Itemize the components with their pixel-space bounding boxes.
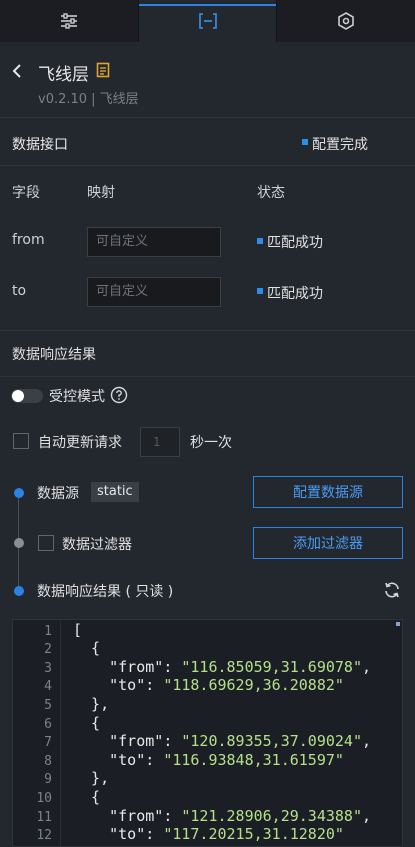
bracket-icon [198, 13, 217, 29]
code-line: }, [73, 695, 109, 713]
line-number: 10 [36, 791, 52, 806]
auto-update-checkbox[interactable] [13, 433, 29, 449]
field-name-from: from [12, 232, 45, 248]
code-line: "from": "121.28906,29.34388", [73, 807, 372, 825]
divider [0, 330, 415, 331]
config-status: 配置完成 [312, 137, 368, 153]
status-dot [302, 139, 308, 145]
code-line: { [73, 788, 100, 806]
code-line: [ [73, 621, 82, 639]
code-string: "120.89355,37.09024" [181, 732, 362, 750]
component-header: 飞线层 v0.2.10 | 飞线层 [0, 42, 415, 118]
line-number: 7 [44, 735, 52, 750]
data-interface-header: 数据接口 配置完成 [0, 118, 415, 166]
interval-unit-label: 秒一次 [190, 435, 232, 451]
response-section-title: 数据响应结果 [12, 347, 96, 363]
code-key: "to" [73, 751, 146, 769]
back-chevron-icon[interactable] [9, 62, 25, 80]
column-header-field: 字段 [12, 185, 40, 201]
code-line: }, [73, 769, 109, 787]
code-punct: { [73, 714, 101, 732]
line-number: 11 [36, 810, 52, 825]
flow-dot-filter [14, 538, 24, 548]
json-code-viewer[interactable]: 1 2 3 4 5 6 7 8 9 10 11 12 [ { "from": "… [12, 619, 403, 847]
code-key: "from" [73, 807, 164, 825]
document-icon[interactable] [96, 62, 110, 78]
flow-dot-result [14, 586, 24, 596]
section-title: 数据接口 [12, 137, 68, 153]
line-number: 2 [44, 642, 52, 657]
code-line: "to": "116.93848,31.61597" [73, 751, 344, 769]
data-source-badge: static [91, 482, 139, 502]
config-data-source-button[interactable]: 配置数据源 [253, 476, 403, 508]
code-key: "to" [73, 825, 146, 843]
component-version: v0.2.10 | 飞线层 [38, 92, 139, 107]
code-punct: }, [73, 769, 110, 787]
mapping-input-from[interactable]: 可自定义 [87, 227, 221, 257]
panel-tabbar [0, 0, 415, 42]
tab-data[interactable] [138, 0, 278, 42]
interval-input[interactable]: 1 [140, 427, 180, 457]
code-key: "to" [73, 676, 146, 694]
response-result-label: 数据响应结果 ( 只读 ) [37, 584, 174, 600]
column-header-status: 状态 [257, 185, 285, 201]
code-key: "from" [73, 658, 164, 676]
match-dot [257, 238, 263, 244]
code-line: "from": "120.89355,37.09024", [73, 732, 372, 750]
match-dot [257, 288, 263, 294]
code-punct: [ [73, 621, 83, 639]
line-number: 12 [36, 828, 52, 843]
flow-dot-source [14, 488, 24, 498]
code-punct: { [73, 788, 101, 806]
scrollbar-marker[interactable] [396, 622, 400, 626]
column-header-mapping: 映射 [87, 185, 115, 201]
line-number: 5 [44, 698, 52, 713]
sliders-icon [60, 13, 77, 29]
line-number: 4 [44, 679, 52, 694]
divider [0, 376, 415, 377]
code-string: "116.85059,31.69078" [181, 658, 362, 676]
code-string: "117.20215,31.12820" [163, 825, 344, 843]
help-icon[interactable] [110, 386, 128, 404]
code-line: { [73, 714, 100, 732]
line-number: 3 [44, 661, 52, 676]
code-key: "from" [73, 732, 164, 750]
code-string: "118.69629,36.20882" [163, 676, 344, 694]
toggle-knob [12, 390, 24, 402]
code-line: "from": "116.85059,31.69078", [73, 658, 372, 676]
code-string: "121.28906,29.34388" [181, 807, 362, 825]
tab-interaction[interactable] [277, 0, 415, 42]
add-filter-button[interactable]: 添加过滤器 [253, 527, 403, 559]
line-number: 6 [44, 717, 52, 732]
mapping-input-to[interactable]: 可自定义 [87, 277, 221, 307]
match-status-to: 匹配成功 [267, 286, 323, 302]
field-name-to: to [12, 283, 27, 299]
code-string: "116.93848,31.61597" [163, 751, 344, 769]
auto-update-label: 自动更新请求 [38, 435, 122, 451]
code-punct: { [73, 639, 101, 657]
code-line: { [73, 639, 100, 657]
data-filter-label: 数据过滤器 [62, 537, 132, 553]
data-source-label: 数据源 [37, 486, 79, 502]
filter-checkbox[interactable] [38, 535, 54, 551]
tab-style[interactable] [0, 0, 139, 42]
hex-settings-icon [338, 12, 354, 30]
code-punct: }, [73, 695, 110, 713]
controlled-mode-label: 受控模式 [49, 389, 105, 405]
line-number: 9 [44, 772, 52, 787]
refresh-icon[interactable] [383, 581, 401, 599]
match-status-from: 匹配成功 [267, 235, 323, 251]
code-line: "to": "117.20215,31.12820" [73, 825, 344, 843]
code-line: "to": "118.69629,36.20882" [73, 676, 344, 694]
line-number-gutter: 1 2 3 4 5 6 7 8 9 10 11 12 [13, 620, 61, 846]
line-number: 1 [44, 624, 52, 639]
line-number: 8 [44, 754, 52, 769]
component-title: 飞线层 [38, 65, 89, 85]
controlled-mode-toggle[interactable] [11, 389, 43, 403]
